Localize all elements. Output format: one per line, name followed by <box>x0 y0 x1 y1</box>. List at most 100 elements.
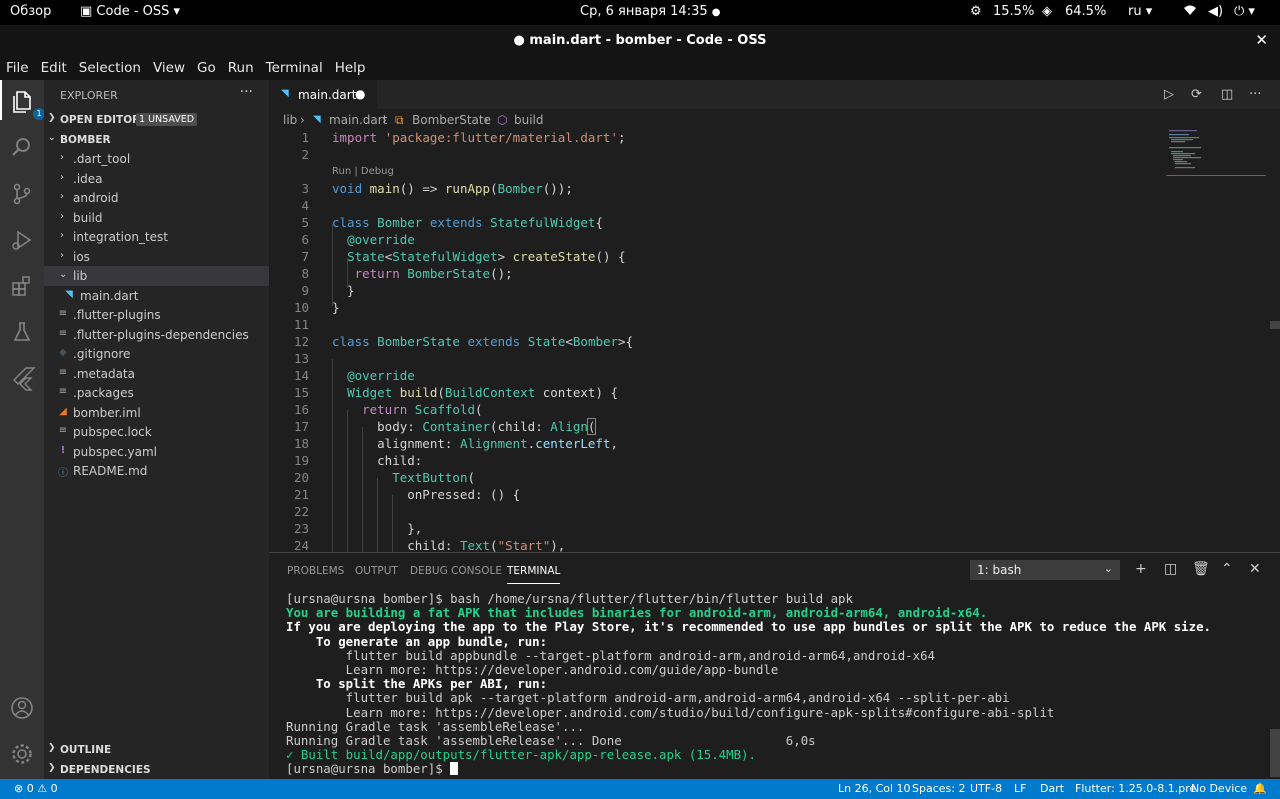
split-terminal-icon[interactable]: ◫ <box>1164 561 1177 577</box>
source-control-icon[interactable] <box>8 180 36 208</box>
tree-file-pubspec-yaml[interactable]: ! pubspec.yaml <box>44 442 269 462</box>
project-section[interactable]: ⌄ BOMBER <box>44 130 269 150</box>
extensions-icon[interactable] <box>8 272 36 300</box>
breadcrumb: lib › ◥ main.dart › ⧉ BomberState › ⬡ bu… <box>269 109 1280 131</box>
language-mode[interactable]: Dart <box>1040 782 1064 795</box>
menu-help[interactable]: Help <box>329 57 372 76</box>
tree-file-readme[interactable]: ⓘ README.md <box>44 461 269 481</box>
close-panel-icon[interactable]: ✕ <box>1249 561 1261 577</box>
tab-problems[interactable]: PROBLEMS <box>287 565 344 577</box>
tree-file-packages[interactable]: ≡ .packages <box>44 383 269 403</box>
code-line: child: <box>332 453 423 468</box>
tree-file-flutter-plugins[interactable]: ≡ .flutter-plugins <box>44 305 269 325</box>
terminal-select-value: 1: bash <box>977 563 1022 577</box>
unsaved-dot-icon[interactable]: ● <box>355 87 365 101</box>
notifications-bell-icon[interactable]: 🔔 <box>1253 782 1267 795</box>
split-editor-icon[interactable]: ◫ <box>1221 87 1233 102</box>
maximize-panel-icon[interactable]: ⌃ <box>1221 561 1233 577</box>
breadcrumb-lib[interactable]: lib <box>283 113 297 127</box>
wifi-icon[interactable] <box>1183 4 1197 20</box>
settings-gear-icon[interactable] <box>8 740 36 768</box>
tree-folder-lib[interactable]: ⌄ lib <box>44 266 269 286</box>
tree-file-bomber-iml[interactable]: ◢ bomber.iml <box>44 403 269 423</box>
open-editors-section[interactable]: ❯ OPEN EDITORS 1 UNSAVED <box>44 110 269 130</box>
new-terminal-icon[interactable]: + <box>1135 561 1147 577</box>
line-ending[interactable]: LF <box>1014 782 1026 795</box>
menu-go[interactable]: Go <box>191 57 222 76</box>
power-icon[interactable]: ⏻ ▾ <box>1234 4 1255 19</box>
status-bar: ⊗ 0 ⚠ 0 Ln 26, Col 10 Spaces: 2 UTF-8 LF… <box>0 779 1280 799</box>
dependencies-section[interactable]: ❯ DEPENDENCIES <box>44 760 269 780</box>
encoding[interactable]: UTF-8 <box>970 782 1002 795</box>
line-number: 18 <box>293 436 309 451</box>
more-actions-icon[interactable]: ··· <box>240 84 253 100</box>
breadcrumb-file[interactable]: main.dart <box>329 113 387 127</box>
cursor-position[interactable]: Ln 26, Col 10 <box>838 782 911 795</box>
menu-edit[interactable]: Edit <box>35 57 73 76</box>
explorer-icon[interactable]: 1 <box>8 88 45 120</box>
window-title-bar: ● main.dart - bomber - Code - OSS ✕ <box>0 25 1280 57</box>
run-debug-icon[interactable] <box>8 226 36 254</box>
run-icon[interactable]: ▷ <box>1164 87 1174 102</box>
editor-tabs: ◥ main.dart ● ▷ ⟳ ◫ ··· <box>269 80 1280 109</box>
editor-scroll-thumb[interactable] <box>1270 321 1280 329</box>
tree-folder-build[interactable]: › build <box>44 208 269 228</box>
tree-folder-idea[interactable]: › .idea <box>44 169 269 189</box>
minimap[interactable] <box>1166 130 1266 190</box>
chevron-right-icon: ❯ <box>48 113 56 123</box>
info-icon: ⓘ <box>58 468 68 479</box>
menu-file[interactable]: File <box>0 57 35 76</box>
flutter-icon[interactable] <box>8 364 36 392</box>
tab-main-dart[interactable]: ◥ main.dart ● <box>269 80 377 109</box>
chevron-down-icon: ⌄ <box>1103 562 1113 575</box>
code-view[interactable]: 1 import 'package:flutter/material.dart'… <box>269 130 1280 553</box>
menu-bar: File Edit Selection View Go Run Terminal Help <box>0 57 1280 80</box>
tab-terminal[interactable]: TERMINAL <box>507 565 561 584</box>
clock[interactable]: Ср, 6 января 14:35 ● <box>580 4 721 19</box>
codelens-run-debug[interactable]: Run | Debug <box>332 166 394 177</box>
tree-file-pubspec-lock[interactable]: ≡ pubspec.lock <box>44 422 269 442</box>
line-number: 23 <box>293 521 309 536</box>
tree-file-flutter-plugins-dependencies[interactable]: ≡ .flutter-plugins-dependencies <box>44 325 269 345</box>
menu-run[interactable]: Run <box>222 57 260 76</box>
tree-file-metadata[interactable]: ≡ .metadata <box>44 364 269 384</box>
tab-output[interactable]: OUTPUT <box>355 565 398 577</box>
activities-button[interactable]: Обзор <box>10 4 51 19</box>
code-line: State<StatefulWidget> createState() { <box>347 249 626 264</box>
tree-file-main-dart[interactable]: ◥ main.dart <box>44 286 269 306</box>
code-line: TextButton( <box>392 470 476 485</box>
search-icon[interactable] <box>8 134 36 162</box>
debug-icon[interactable]: ⟳ <box>1191 87 1202 102</box>
problems-indicator[interactable]: ⊗ 0 ⚠ 0 <box>14 782 58 795</box>
volume-icon[interactable]: ◀) <box>1208 4 1223 19</box>
tree-folder-ios[interactable]: › ios <box>44 247 269 267</box>
app-menu[interactable]: ▣ Code - OSS ▾ <box>80 4 180 19</box>
tree-label: README.md <box>73 464 148 478</box>
more-actions-icon[interactable]: ··· <box>1249 87 1261 102</box>
breadcrumb-class[interactable]: BomberState <box>412 113 491 127</box>
terminal-select[interactable]: 1: bash ⌄ <box>970 560 1120 580</box>
tree-folder-dart-tool[interactable]: › .dart_tool <box>44 149 269 169</box>
tab-debug-console[interactable]: DEBUG CONSOLE <box>410 565 502 577</box>
keyboard-layout[interactable]: ru ▾ <box>1128 4 1152 19</box>
terminal-scroll-thumb[interactable] <box>1270 729 1280 777</box>
tree-file-gitignore[interactable]: ◆ .gitignore <box>44 344 269 364</box>
line-number: 10 <box>293 300 309 315</box>
close-window-button[interactable]: ✕ <box>1255 31 1268 49</box>
breadcrumb-method[interactable]: build <box>514 113 544 127</box>
tree-folder-android[interactable]: › android <box>44 188 269 208</box>
outline-section[interactable]: ❯ OUTLINE <box>44 740 269 760</box>
menu-view[interactable]: View <box>147 57 191 76</box>
kill-terminal-icon[interactable]: 🗑 <box>1192 561 1210 577</box>
menu-selection[interactable]: Selection <box>73 57 147 76</box>
testing-flask-icon[interactable] <box>8 318 36 346</box>
terminal-line: ✓ Built build/app/outputs/flutter-apk/ap… <box>286 747 756 763</box>
terminal-cursor <box>450 762 459 776</box>
chevron-right-icon: › <box>60 191 64 202</box>
flutter-version[interactable]: Flutter: 1.25.0-8.1.pre <box>1075 782 1196 795</box>
tree-folder-integration-test[interactable]: › integration_test <box>44 227 269 247</box>
account-icon[interactable] <box>8 694 36 722</box>
indentation[interactable]: Spaces: 2 <box>912 782 965 795</box>
device-selector[interactable]: No Device <box>1191 782 1247 795</box>
menu-terminal[interactable]: Terminal <box>260 57 329 76</box>
